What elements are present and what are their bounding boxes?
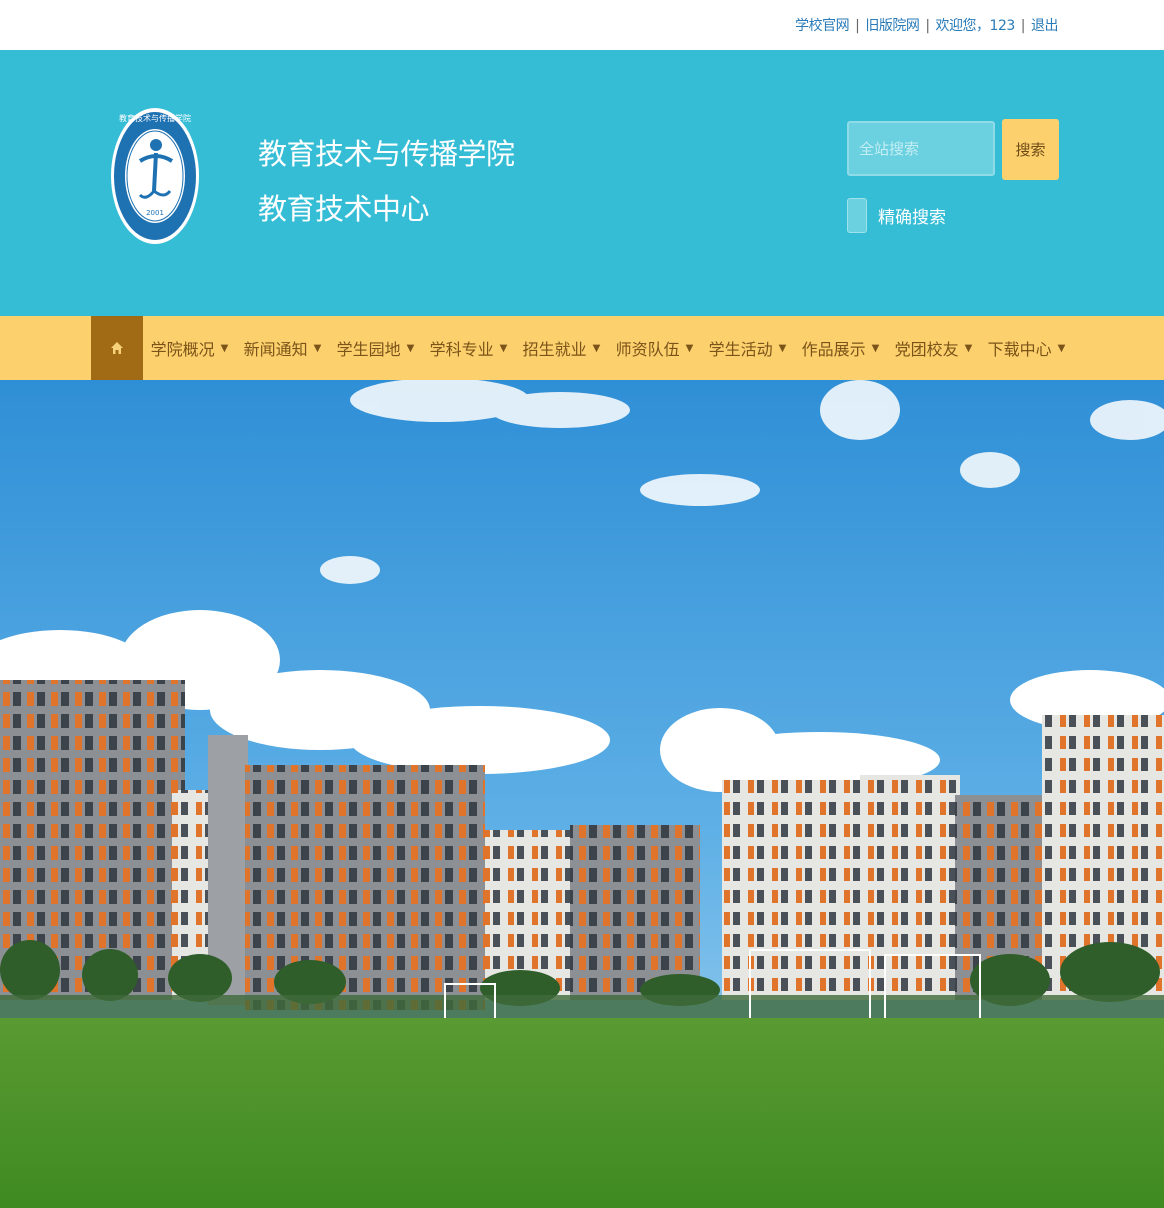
nav-item-label: 师资队伍 (615, 340, 680, 359)
separator: | (1020, 18, 1026, 34)
nav-item-label: 学生活动 (708, 340, 773, 359)
nav-item-faculty[interactable]: 师资队伍 ▼ (608, 316, 701, 380)
nav-item-downloads[interactable]: 下载中心 ▼ (980, 316, 1073, 380)
caret-down-icon: ▼ (685, 342, 694, 354)
nav-item-label: 作品展示 (801, 340, 866, 359)
caret-down-icon: ▼ (313, 342, 322, 354)
nav-item-alumni[interactable]: 党团校友 ▼ (887, 316, 980, 380)
caret-down-icon: ▼ (406, 342, 415, 354)
nav-item-about[interactable]: 学院概况 ▼ (143, 316, 236, 380)
top-links: 学校官网 | 旧版院网 | 欢迎您，123 | 退出 (795, 15, 1058, 35)
old-site-link[interactable]: 旧版院网 (865, 18, 920, 34)
logo-text: 教育技术与传播学院 (119, 113, 191, 123)
nav-item-news[interactable]: 新闻通知 ▼ (236, 316, 329, 380)
caret-down-icon: ▼ (1057, 342, 1066, 354)
nav-menu: 学院概况 ▼ 新闻通知 ▼ 学生园地 ▼ 学科专业 ▼ 招生就业 ▼ 师资队伍 ▼ 学生活动… (143, 316, 1073, 380)
nav-item-activities[interactable]: 学生活动 ▼ (701, 316, 794, 380)
nav-item-works[interactable]: 作品展示 ▼ (794, 316, 887, 380)
nav-item-label: 下载中心 (987, 340, 1052, 359)
school-site-link[interactable]: 学校官网 (795, 18, 850, 34)
caret-down-icon: ▼ (592, 342, 601, 354)
site-header: 2001 教育技术与传播学院 教育技术与传播学院 教育技术中心 搜索 精确搜索 (0, 50, 1164, 316)
home-button[interactable] (91, 316, 143, 380)
exact-search-option[interactable]: 精确搜索 (847, 197, 946, 233)
home-icon (111, 342, 123, 354)
site-title: 教育技术与传播学院 教育技术中心 (258, 127, 515, 237)
caret-down-icon: ▼ (499, 342, 508, 354)
campus-banner (0, 380, 1164, 1208)
nav-item-label: 党团校友 (894, 340, 959, 359)
exact-search-label: 精确搜索 (878, 207, 946, 228)
search-input[interactable] (847, 121, 995, 176)
caret-down-icon: ▼ (964, 342, 973, 354)
separator: | (855, 18, 860, 34)
title-line-1: 教育技术与传播学院 (258, 137, 515, 171)
campus-banner-image (0, 380, 1164, 1208)
caret-down-icon: ▼ (220, 342, 229, 354)
main-nav: 学院概况 ▼ 新闻通知 ▼ 学生园地 ▼ 学科专业 ▼ 招生就业 ▼ 师资队伍 ▼ 学生活动… (0, 316, 1164, 380)
logout-link[interactable]: 退出 (1031, 18, 1059, 34)
nav-item-admissions[interactable]: 招生就业 ▼ (515, 316, 608, 380)
nav-item-label: 招生就业 (522, 340, 587, 359)
search-button[interactable]: 搜索 (1002, 119, 1059, 180)
welcome-user-link[interactable]: 欢迎您，123 (936, 18, 1016, 34)
nav-item-student-area[interactable]: 学生园地 ▼ (329, 316, 422, 380)
title-line-2: 教育技术中心 (258, 192, 430, 226)
college-logo[interactable]: 2001 教育技术与传播学院 (110, 95, 200, 257)
top-links-bar: 学校官网 | 旧版院网 | 欢迎您，123 | 退出 (0, 0, 1164, 50)
caret-down-icon: ▼ (778, 342, 787, 354)
separator: | (925, 18, 930, 34)
nav-item-label: 学生园地 (336, 340, 401, 359)
nav-item-majors[interactable]: 学科专业 ▼ (422, 316, 515, 380)
nav-item-label: 学院概况 (150, 340, 215, 359)
caret-down-icon: ▼ (871, 342, 880, 354)
logo-year: 2001 (146, 209, 164, 217)
nav-item-label: 学科专业 (429, 340, 494, 359)
nav-item-label: 新闻通知 (243, 340, 308, 359)
exact-search-checkbox[interactable] (847, 197, 867, 233)
